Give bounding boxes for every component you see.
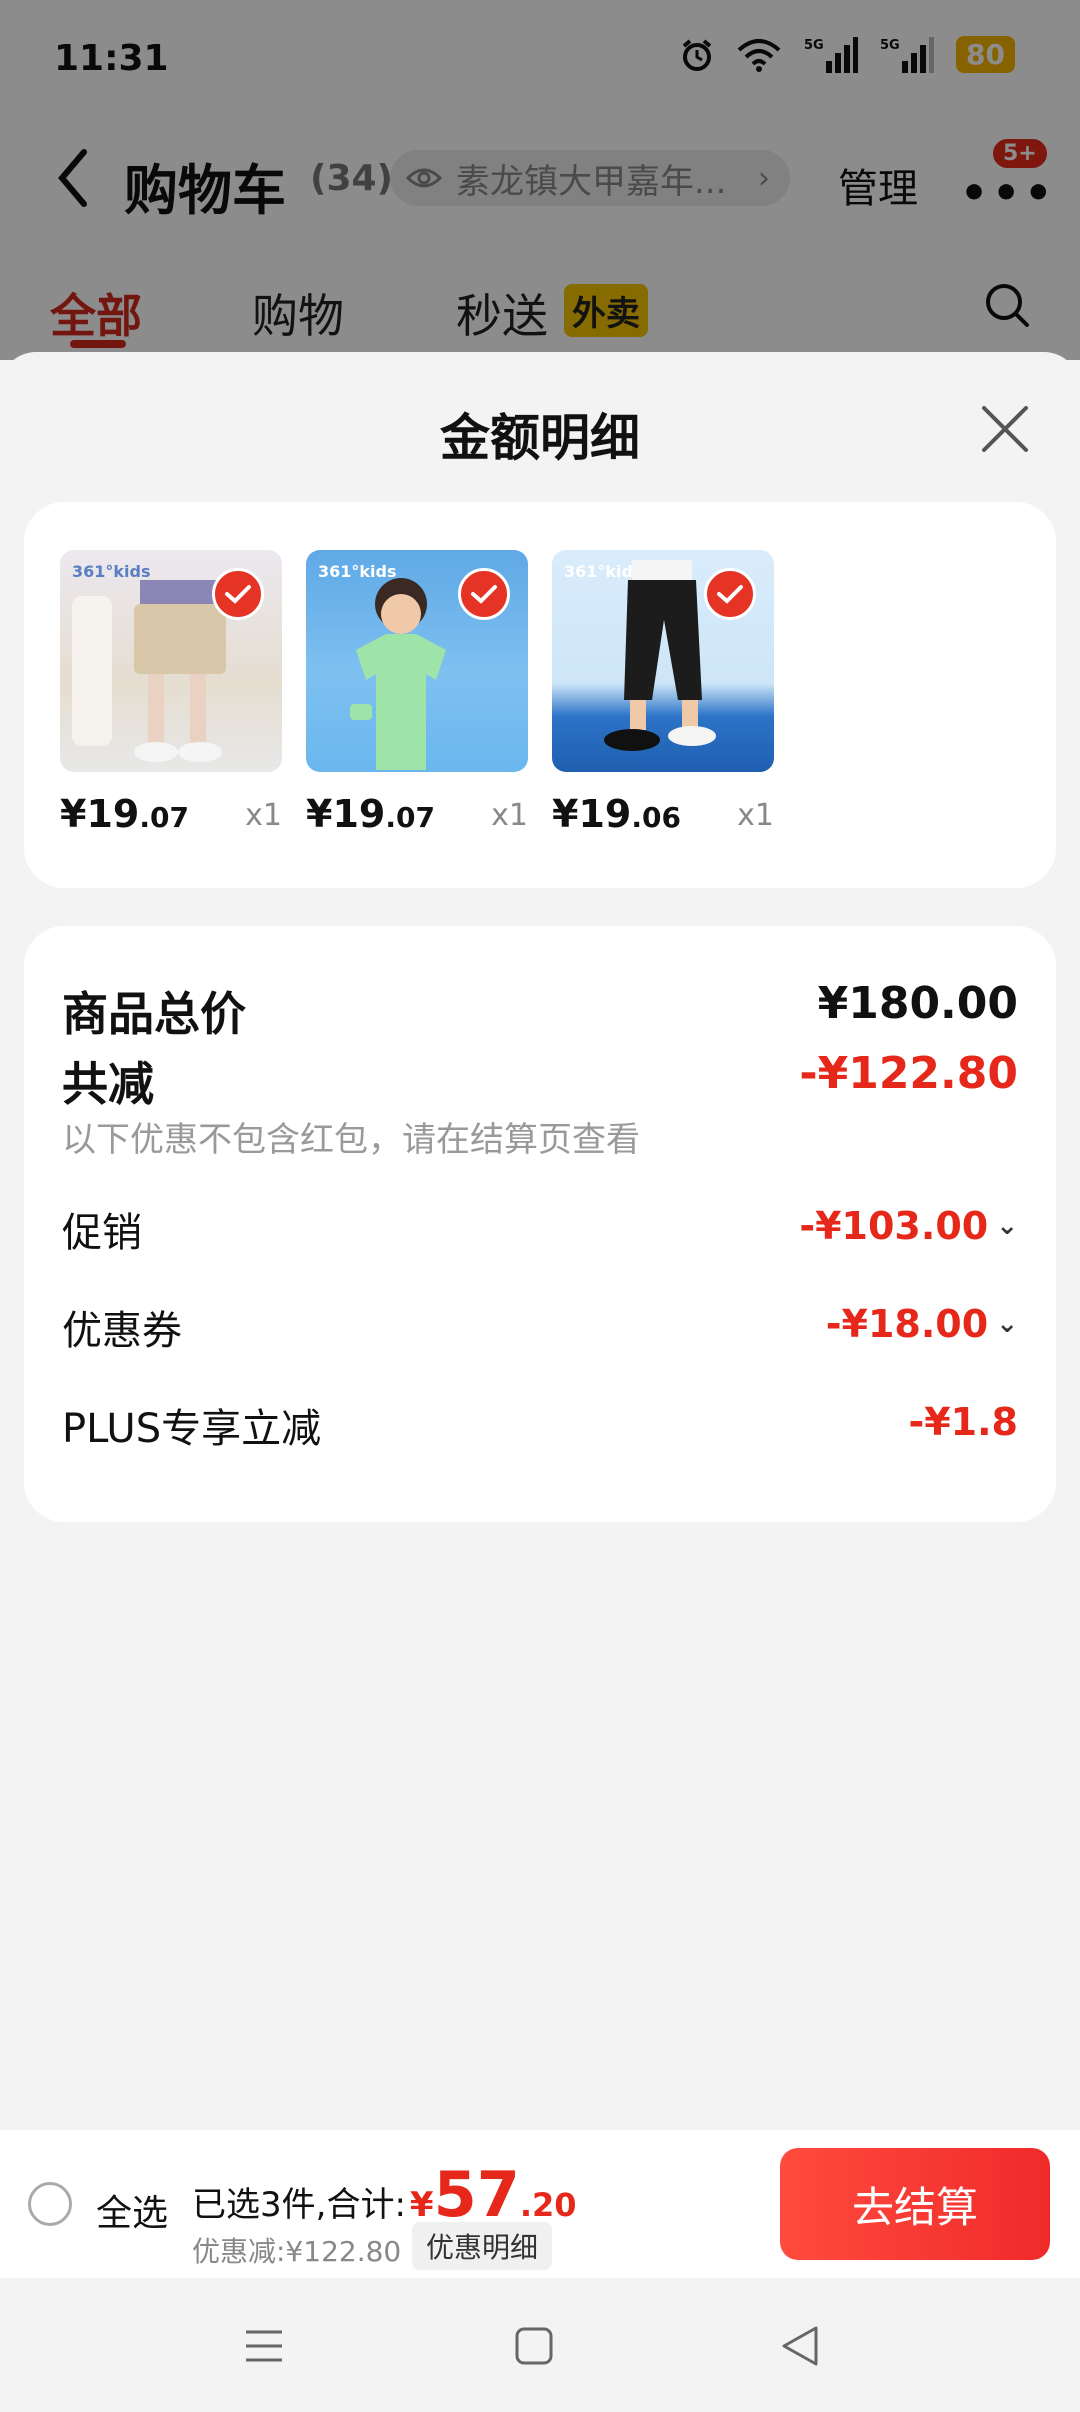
product-price: ¥19.07: [306, 792, 435, 836]
checked-icon: [212, 568, 264, 620]
promotion-label: 促销: [62, 1210, 142, 1256]
product-list-card: 361°kids ¥19.07 x1 361°kids ¥19.07 x1 36…: [24, 502, 1056, 888]
promo-graphic: [386, 710, 516, 740]
product-quantity: x1: [245, 798, 282, 833]
coupon-row[interactable]: 优惠券 -¥18.00 ⌄: [62, 1298, 1018, 1356]
checkout-bar: 全选 已选3件,合计: ¥ 57 .20 优惠减:¥122.80 优惠明细 去结…: [0, 2130, 1080, 2278]
menu-icon[interactable]: [244, 2326, 284, 2370]
selected-summary: 已选3件,合计: ¥ 57 .20: [192, 2158, 577, 2231]
price-summary-card: 商品总价 ¥180.00 共减 -¥122.80 以下优惠不包含红包，请在结算页…: [24, 926, 1056, 1522]
tshirt-model-image: [350, 578, 446, 770]
plus-discount-label: PLUS专享立减: [62, 1406, 322, 1452]
total-price-value: ¥180.00: [817, 978, 1018, 1029]
feature-panel: [72, 596, 112, 746]
coupon-label: 优惠券: [62, 1308, 182, 1354]
system-nav-bar: [0, 2278, 1080, 2412]
selected-count-text: 已选3件,合计:: [192, 2185, 406, 2225]
discount-amount: 优惠减:¥122.80: [192, 2235, 402, 2268]
checked-icon: [704, 568, 756, 620]
discount-hint: 以下优惠不包含红包，请在结算页查看: [62, 1120, 640, 1160]
checkout-button[interactable]: 去结算: [780, 2148, 1050, 2260]
plus-discount-row: PLUS专享立减 -¥1.8: [62, 1396, 1018, 1454]
total-reduction-label: 共减: [62, 1057, 154, 1111]
product-item[interactable]: 361°kids ¥19.07 x1: [306, 550, 528, 852]
total-amount-integer: 57: [433, 2158, 520, 2231]
checked-icon: [458, 568, 510, 620]
modal-overlay[interactable]: [0, 0, 1080, 360]
promotion-value: -¥103.00 ⌄: [799, 1204, 1018, 1248]
select-all-radio[interactable]: [28, 2182, 72, 2226]
total-price-row: 商品总价 ¥180.00: [62, 978, 1018, 1044]
product-price: ¥19.07: [60, 792, 189, 836]
back-nav-icon[interactable]: [780, 2324, 820, 2372]
chevron-down-icon: ⌄: [996, 1211, 1018, 1241]
plus-discount-value: -¥1.8: [908, 1400, 1018, 1444]
product-quantity: x1: [737, 798, 774, 833]
close-icon[interactable]: [980, 404, 1030, 458]
brand-logo: 361°kids: [72, 562, 151, 581]
amount-detail-sheet: 金额明细 361°kids ¥19.07 x1 361°kids ¥19.07 …: [0, 352, 1080, 2130]
promotion-row[interactable]: 促销 -¥103.00 ⌄: [62, 1200, 1018, 1258]
discount-detail-button[interactable]: 优惠明细: [412, 2222, 553, 2270]
product-thumbnail[interactable]: 361°kids: [306, 550, 528, 772]
home-icon[interactable]: [514, 2326, 554, 2370]
select-all-label[interactable]: 全选: [96, 2184, 168, 2236]
total-price-label: 商品总价: [62, 987, 246, 1041]
total-reduction-row: 共减 -¥122.80: [62, 1048, 1018, 1114]
total-reduction-value: -¥122.80: [799, 1048, 1018, 1099]
product-item[interactable]: 361°kids ¥19.07 x1: [60, 550, 282, 852]
chevron-down-icon: ⌄: [996, 1309, 1018, 1339]
sheet-title: 金额明细: [440, 409, 640, 467]
total-amount-decimal: .20: [519, 2186, 577, 2224]
total-currency: ¥: [409, 2185, 434, 2225]
product-quantity: x1: [491, 798, 528, 833]
product-thumbnail[interactable]: 361°kids: [552, 550, 774, 772]
product-price: ¥19.06: [552, 792, 681, 836]
product-thumbnail[interactable]: 361°kids: [60, 550, 282, 772]
product-item[interactable]: 361°kids ¥19.06 x1: [552, 550, 774, 852]
coupon-value: -¥18.00 ⌄: [825, 1302, 1018, 1346]
